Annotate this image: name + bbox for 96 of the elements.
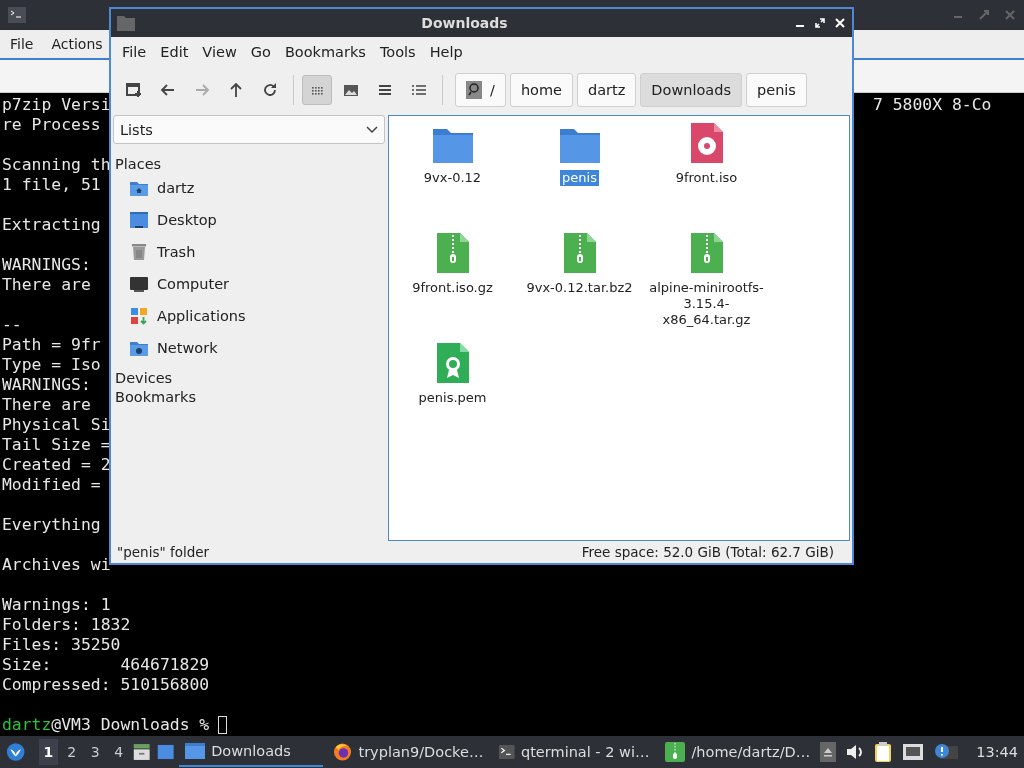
clipboard-icon[interactable] xyxy=(874,741,893,763)
chevron-down-icon xyxy=(366,125,378,134)
menu-item[interactable]: View xyxy=(195,44,244,60)
terminal-line: There are xyxy=(2,275,91,295)
taskbar-button[interactable]: qterminal - 2 wi… xyxy=(493,737,656,767)
file-name[interactable]: 9front.iso.gz xyxy=(410,280,495,296)
menu-item[interactable]: Bookmarks xyxy=(277,44,373,60)
prompt-text: @VM3 Downloads % xyxy=(51,715,210,735)
section-heading[interactable]: Places xyxy=(113,144,162,172)
status-text: "penis" folder xyxy=(117,544,210,560)
place-item[interactable]: Network xyxy=(113,332,218,364)
terminal-line: Extracting xyxy=(2,215,101,235)
terminal-line: WARNINGS: xyxy=(2,255,91,275)
free-space-text: Free space: 52.0 GiB (Total: 62.7 GiB) xyxy=(581,544,834,560)
taskbar-button[interactable]: /home/dartz/D… xyxy=(659,737,817,767)
workspace-button[interactable]: 1 xyxy=(38,739,59,765)
file-name[interactable]: penis xyxy=(560,170,599,186)
workspace-button[interactable]: 4 xyxy=(108,739,129,765)
file-name[interactable]: 9front.iso xyxy=(673,170,740,186)
terminal-line: 7 5800X 8-Co xyxy=(873,95,992,115)
place-item[interactable]: Trash xyxy=(113,236,196,268)
workspace-button[interactable]: 2 xyxy=(62,739,82,765)
place-item[interactable]: dartz xyxy=(113,172,195,204)
volume-icon[interactable] xyxy=(846,744,865,760)
applications-icon xyxy=(129,306,149,326)
folder-icon xyxy=(185,743,206,759)
terminal-line: WARNINGS: xyxy=(2,375,91,395)
new-tab-icon xyxy=(125,81,143,99)
terminal-line: There are xyxy=(2,395,91,415)
menu-item[interactable]: Tools xyxy=(372,44,423,60)
eject-icon[interactable] xyxy=(820,742,837,762)
terminal-line: Type = Iso xyxy=(2,355,101,375)
terminal-line: Physical Si xyxy=(2,415,111,435)
cursor xyxy=(218,716,228,734)
section-heading[interactable]: Bookmarks xyxy=(113,386,196,405)
terminal-line: Files: 35250 xyxy=(2,635,121,655)
place-item[interactable]: Applications xyxy=(113,300,246,332)
taskbar-button[interactable]: Downloads xyxy=(179,737,324,767)
disc-file-icon xyxy=(689,122,724,164)
folder-icon xyxy=(431,126,474,164)
terminal-icon xyxy=(499,743,515,761)
terminal-line: Everything xyxy=(2,515,101,535)
section-heading[interactable]: Devices xyxy=(113,367,173,386)
archive-file-icon xyxy=(562,232,597,274)
terminal-line: Compressed: 510156800 xyxy=(2,675,210,695)
reload-icon xyxy=(261,81,279,99)
menu-item[interactable]: File xyxy=(115,44,154,60)
side-pane-dropdown[interactable]: Lists xyxy=(113,115,385,144)
terminal-line: Created = 2 xyxy=(2,455,111,475)
desktop-icon xyxy=(129,210,149,230)
file-name[interactable]: 9vx-0.12 xyxy=(421,170,484,186)
clock: 13:44 xyxy=(976,744,1018,760)
menu-item[interactable]: Edit xyxy=(153,44,196,60)
archive-file-icon xyxy=(689,232,724,274)
file-name[interactable]: alpine-minirootfs-3.15.4-x86_64.tar.gz xyxy=(644,280,769,328)
computer-icon xyxy=(129,274,149,294)
place-item[interactable]: Desktop xyxy=(113,204,217,236)
folder-icon xyxy=(558,126,601,164)
window-title: Downloads xyxy=(420,15,509,31)
terminal-line: Scanning th xyxy=(2,155,111,175)
menu-item[interactable]: Actions xyxy=(51,36,103,52)
path-button[interactable]: home xyxy=(509,73,573,107)
file-cabinet-icon[interactable] xyxy=(132,741,152,763)
trash-icon xyxy=(129,242,149,262)
network-icon[interactable] xyxy=(902,743,925,761)
taskbar-button[interactable]: tryplan9/Docke… xyxy=(327,737,490,767)
menu-item[interactable]: Help xyxy=(422,44,470,60)
terminal-line: Warnings: 1 xyxy=(2,595,111,615)
terminal-line: 1 file, 51 xyxy=(2,175,101,195)
archive-icon xyxy=(665,742,686,762)
path-button[interactable]: Downloads xyxy=(640,73,742,107)
terminal-line: Archives wi xyxy=(2,555,111,575)
path-button[interactable]: dartz xyxy=(577,73,637,107)
place-item[interactable]: Computer xyxy=(113,268,230,300)
location-icon xyxy=(466,81,482,99)
prompt-user: dartz xyxy=(2,715,52,735)
path-button[interactable]: / xyxy=(455,73,506,107)
start-menu-icon[interactable] xyxy=(6,741,26,763)
terminal-icon xyxy=(8,7,26,23)
notification-icon[interactable] xyxy=(934,743,959,761)
archive-file-icon xyxy=(435,232,470,274)
path-button[interactable]: penis xyxy=(746,73,807,107)
menu-item[interactable]: Go xyxy=(243,44,278,60)
certificate-file-icon xyxy=(435,342,470,384)
workspace-button[interactable]: 3 xyxy=(85,739,105,765)
menu-item[interactable]: File xyxy=(10,36,34,52)
terminal-line: Path = 9fr xyxy=(2,335,101,355)
terminal-line: Modified = xyxy=(2,475,101,495)
file-name[interactable]: 9vx-0.12.tar.bz2 xyxy=(524,280,635,296)
terminal-line: -- xyxy=(2,315,22,335)
file-name[interactable]: penis.pem xyxy=(416,390,489,406)
terminal-line: re Process xyxy=(2,115,101,135)
terminal-line: Folders: 1832 xyxy=(2,615,131,635)
browser-icon xyxy=(333,742,353,762)
terminal-line: Size: 464671829 xyxy=(2,655,210,675)
terminal-line: p7zip Versi xyxy=(2,95,111,115)
